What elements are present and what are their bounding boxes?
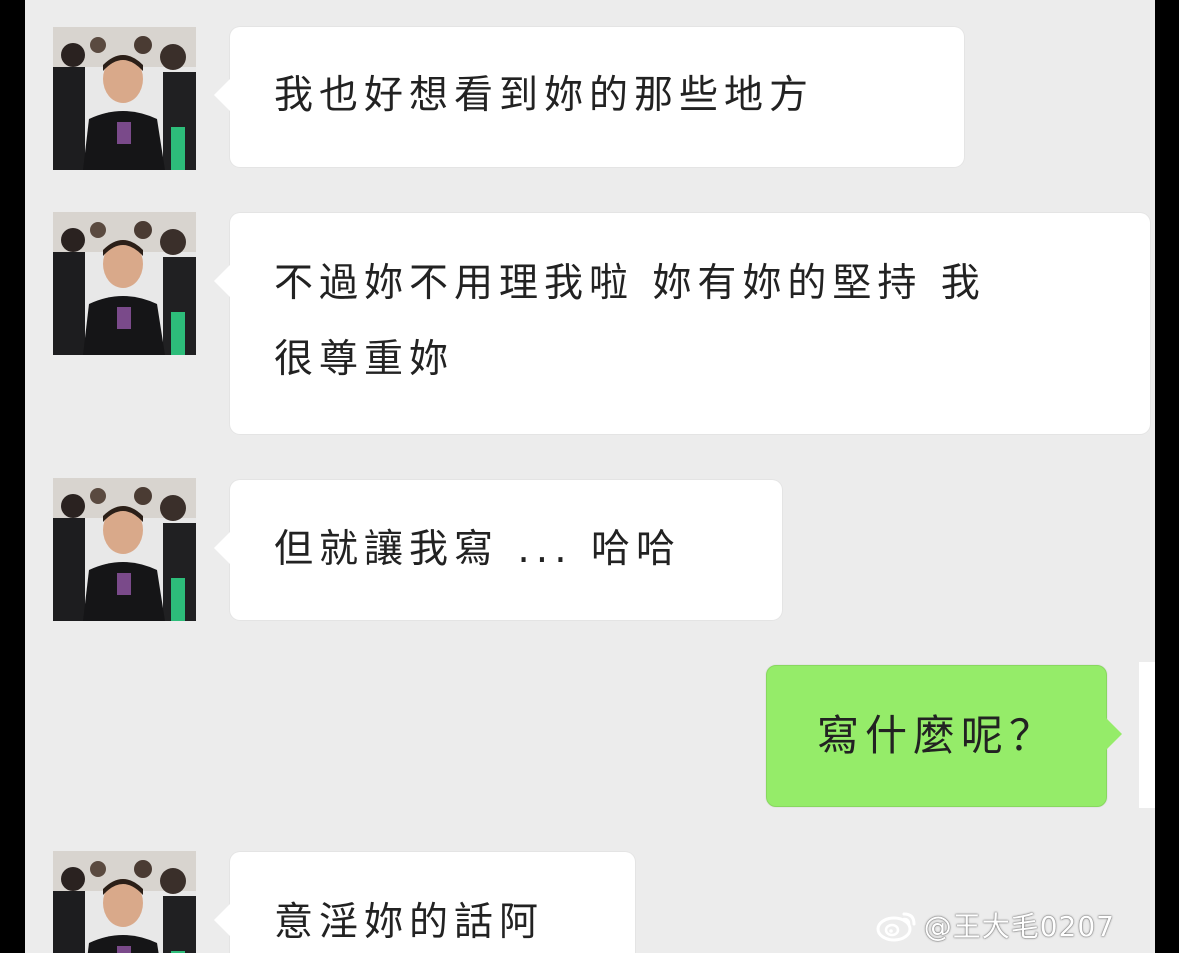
message-text: 但就讓我寫 ... 哈哈 [274, 527, 681, 572]
own-avatar-edge [1139, 662, 1155, 808]
contact-avatar[interactable] [53, 212, 196, 355]
message-text: 意淫妳的話阿 [274, 900, 545, 945]
message-bubble-incoming[interactable]: 我也好想看到妳的那些地方 [214, 27, 964, 167]
weibo-logo-icon [876, 912, 916, 942]
message-bubble-incoming[interactable]: 不過妳不用理我啦 妳有妳的堅持 我 很尊重妳 [214, 213, 1150, 434]
message-bubble-incoming[interactable]: 意淫妳的話阿 [214, 852, 635, 953]
message-text: 不過妳不用理我啦 妳有妳的堅持 我 很尊重妳 [274, 261, 986, 382]
watermark-text: @王大毛0207 [923, 910, 1115, 943]
avatar-photo [53, 27, 196, 170]
avatar-photo [53, 851, 196, 953]
weibo-watermark: @王大毛0207 [876, 905, 1115, 945]
chat-screen[interactable]: 我也好想看到妳的那些地方 不過妳不用理我啦 妳有妳的堅持 我 很尊重妳 但就讓我… [25, 0, 1155, 953]
contact-avatar[interactable] [53, 27, 196, 170]
avatar-photo [53, 212, 196, 355]
contact-avatar[interactable] [53, 478, 196, 621]
avatar-photo [53, 478, 196, 621]
message-text: 我也好想看到妳的那些地方 [274, 73, 815, 118]
message-bubble-incoming[interactable]: 但就讓我寫 ... 哈哈 [214, 480, 782, 620]
contact-avatar[interactable] [53, 851, 196, 953]
message-text: 寫什麼呢？ [817, 711, 1058, 760]
message-bubble-outgoing[interactable]: 寫什麼呢？ [766, 665, 1122, 807]
